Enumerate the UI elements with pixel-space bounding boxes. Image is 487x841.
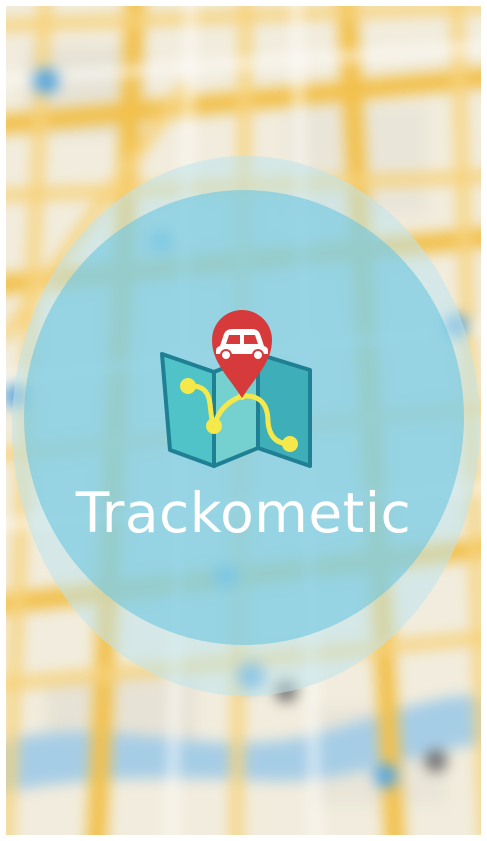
app-title: Trackometic [75, 481, 412, 545]
folded-map-with-route-and-car-pin-icon [160, 310, 312, 468]
splash-screen: Trackometic [0, 0, 487, 841]
